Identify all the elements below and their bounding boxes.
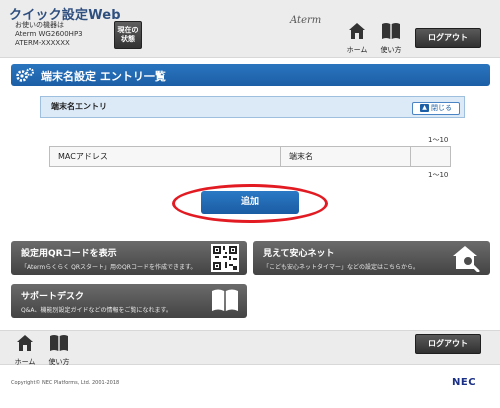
book-icon — [50, 335, 68, 351]
entry-table: MACアドレス 端末名 — [49, 146, 451, 167]
safety-net-tile[interactable]: 見えて安心ネット 「こども安心ネットタイマー」などの設定はこちらから。 — [253, 241, 490, 275]
home-icon — [349, 23, 365, 39]
brand-logo: Aterm — [290, 15, 322, 26]
footer-logout-button[interactable]: ログアウト — [415, 334, 481, 354]
guide-button[interactable]: 使い方 — [374, 22, 408, 54]
column-header-mac: MACアドレス — [50, 147, 281, 166]
home-label: ホーム — [346, 46, 368, 54]
nec-logo: NEC — [452, 377, 477, 388]
house-search-icon — [453, 246, 480, 272]
support-tile-desc: Q&A、機能別設定ガイドなどの情報をご覧になれます。 — [21, 307, 172, 314]
status-button-line2: 状態 — [121, 35, 135, 43]
qr-tile-desc: 「Atermらくらく QRスタート」用のQRコードを作成できます。 — [21, 264, 197, 271]
device-info: お使いの機器は Aterm WG2600HP3 ATERM-XXXXXX — [15, 21, 83, 48]
current-status-button[interactable]: 現在の 状態 — [114, 21, 142, 49]
section-title-bar: 端末名設定 エントリ一覧 — [11, 64, 490, 86]
book-icon — [382, 23, 400, 39]
entry-panel-title: 端末名エントリ — [51, 102, 107, 111]
device-model: Aterm WG2600HP3 — [15, 30, 83, 38]
qr-tile-title: 設定用QRコードを表示 — [21, 249, 117, 259]
support-tile-title: サポートデスク — [21, 292, 85, 302]
range-top: 1〜10 — [428, 136, 449, 144]
range-bottom: 1〜10 — [428, 171, 449, 179]
guide-label: 使い方 — [380, 46, 402, 54]
device-label: お使いの機器は — [15, 21, 64, 29]
status-button-line1: 現在の — [117, 26, 139, 34]
support-desk-tile[interactable]: サポートデスク Q&A、機能別設定ガイドなどの情報をご覧になれます。 — [11, 284, 247, 318]
column-header-action — [411, 147, 450, 166]
header: クイック設定Web お使いの機器は Aterm WG2600HP3 ATERM-… — [0, 0, 500, 58]
page-title: 端末名設定 エントリ一覧 — [41, 70, 166, 83]
column-header-name: 端末名 — [281, 147, 411, 166]
logout-button[interactable]: ログアウト — [415, 28, 481, 48]
home-icon — [17, 335, 33, 351]
book-icon — [212, 289, 238, 311]
chevron-up-icon: ▲ — [420, 104, 429, 112]
footer-guide-label: 使い方 — [48, 358, 70, 366]
home-button[interactable]: ホーム — [340, 22, 374, 54]
entry-panel-header: 端末名エントリ ▲ 閉じる — [40, 96, 465, 118]
footer-nav: ホーム 使い方 ログアウト — [0, 330, 500, 366]
highlight-ring — [172, 184, 328, 223]
gear-icon — [16, 68, 34, 82]
close-button[interactable]: ▲ 閉じる — [412, 102, 460, 115]
footer-home-label: ホーム — [14, 358, 36, 366]
close-label: 閉じる — [431, 104, 452, 112]
footer-home-button[interactable]: ホーム — [8, 334, 42, 366]
safety-tile-title: 見えて安心ネット — [263, 249, 335, 259]
qr-code-tile[interactable]: 設定用QRコードを表示 「Atermらくらく QRスタート」用のQRコードを作成… — [11, 241, 247, 275]
qr-code-icon — [211, 244, 239, 272]
copyright: Copyright© NEC Platforms, Ltd. 2001-2018 — [11, 380, 120, 386]
safety-tile-desc: 「こども安心ネットタイマー」などの設定はこちらから。 — [263, 264, 420, 271]
device-ssid: ATERM-XXXXXX — [15, 39, 70, 47]
footer-guide-button[interactable]: 使い方 — [42, 334, 76, 366]
